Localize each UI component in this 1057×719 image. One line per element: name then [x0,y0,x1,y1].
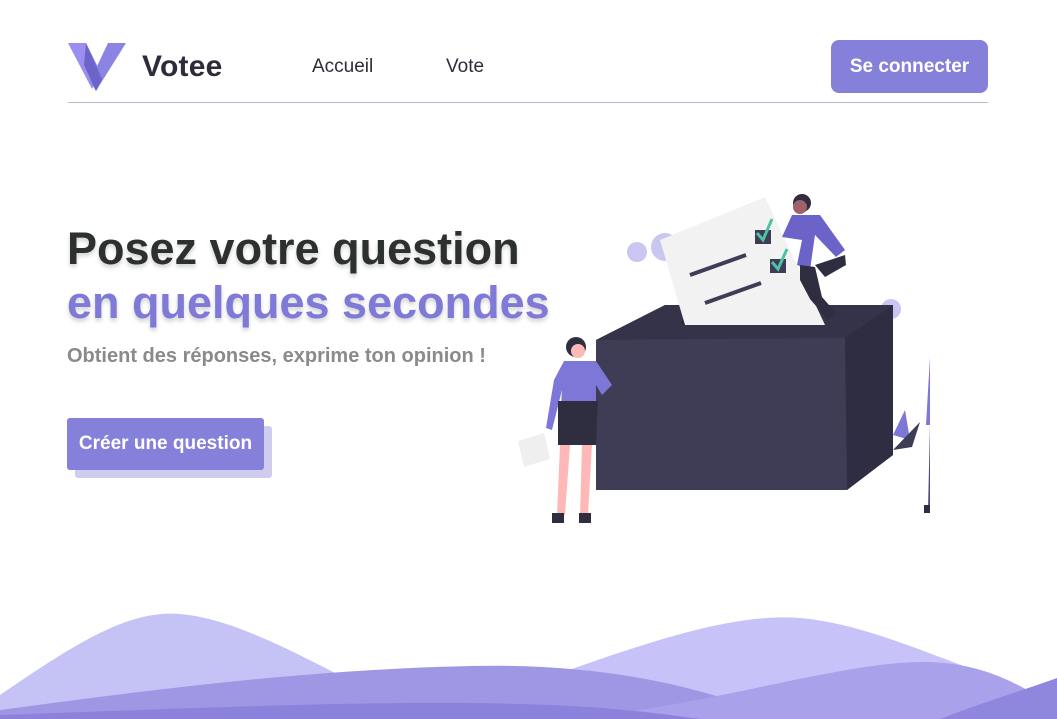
hero-title-line1: Posez votre question [67,223,520,274]
decorative-waves [0,613,1057,719]
v-logo-icon[interactable] [68,41,126,93]
hero-title: Posez votre question en quelques seconde… [67,222,550,330]
top-navigation: Votee Accueil Vote Se connecter [68,40,988,103]
create-question-button[interactable]: Créer une question [67,418,264,470]
hero-subtitle: Obtient des réponses, exprime ton opinio… [67,345,486,367]
brand-name[interactable]: Votee [142,50,222,84]
login-button[interactable]: Se connecter [831,40,988,93]
create-question-cta: Créer une question [67,418,272,478]
nav-link-accueil[interactable]: Accueil [312,56,373,78]
hero-title-line2: en quelques secondes [67,277,550,328]
voting-ballot-box-illustration [518,194,930,523]
nav-link-vote[interactable]: Vote [446,56,484,78]
